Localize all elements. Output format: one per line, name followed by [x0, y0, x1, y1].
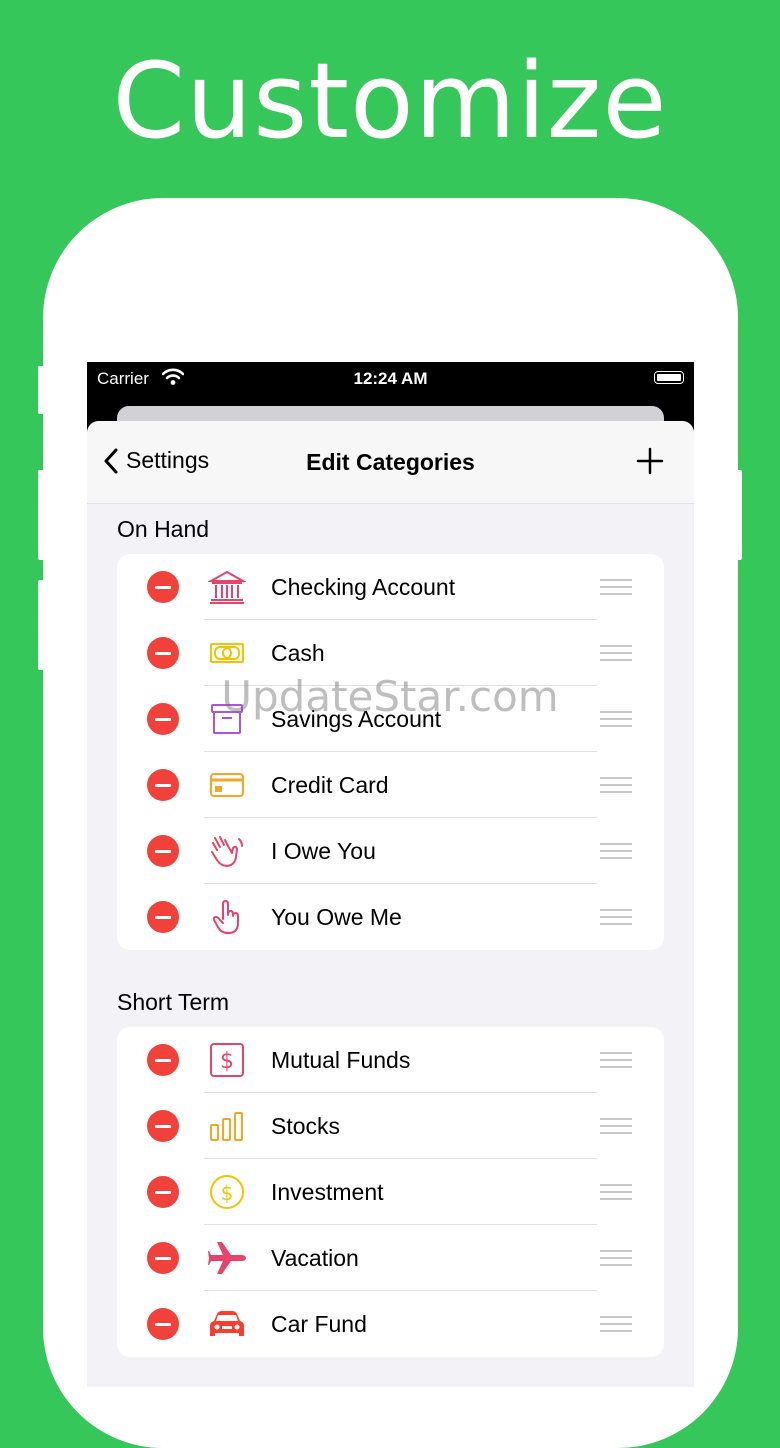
phone-screen: Carrier 12:24 AM Settings Edit Categorie… [87, 362, 694, 1387]
category-label: You Owe Me [271, 904, 402, 930]
reorder-handle[interactable] [600, 711, 632, 727]
delete-button[interactable] [147, 1044, 179, 1076]
category-label: Stocks [271, 1113, 341, 1139]
category-row[interactable]: Savings Account [117, 686, 664, 752]
delete-button[interactable] [147, 835, 179, 867]
reorder-handle[interactable] [600, 1052, 632, 1068]
category-label: Cash [271, 640, 325, 666]
reorder-handle[interactable] [600, 579, 632, 595]
reorder-handle[interactable] [600, 1250, 632, 1266]
category-label: Mutual Funds [271, 1047, 411, 1073]
reorder-handle[interactable] [600, 1118, 632, 1134]
delete-button[interactable] [147, 571, 179, 603]
delete-button[interactable] [147, 1242, 179, 1274]
reorder-handle[interactable] [600, 1184, 632, 1200]
delete-button[interactable] [147, 901, 179, 933]
credit-card-icon [208, 767, 246, 803]
reorder-handle[interactable] [600, 777, 632, 793]
category-group: Checking Account Cash Savings Account Cr… [117, 554, 664, 950]
category-row[interactable]: Stocks [117, 1093, 664, 1159]
category-label: Checking Account [271, 574, 456, 600]
bank-icon [208, 569, 246, 605]
bar-chart-icon [208, 1108, 246, 1144]
status-time: 12:24 AM [353, 369, 428, 388]
category-row[interactable]: I Owe You [117, 818, 664, 884]
airplane-icon [208, 1240, 246, 1276]
pointing-hand-icon [208, 899, 246, 935]
category-row[interactable]: Cash [117, 620, 664, 686]
reorder-handle[interactable] [600, 909, 632, 925]
reorder-handle[interactable] [600, 645, 632, 661]
delete-button[interactable] [147, 1110, 179, 1142]
page-title: Edit Categories [306, 449, 475, 475]
section-header: On Hand [117, 516, 210, 542]
waving-hand-icon [208, 833, 246, 869]
reorder-handle[interactable] [600, 843, 632, 859]
delete-button[interactable] [147, 637, 179, 669]
navigation-bar: Settings Edit Categories [87, 421, 694, 504]
category-row[interactable]: Checking Account [117, 554, 664, 620]
car-icon [208, 1306, 246, 1342]
delete-button[interactable] [147, 769, 179, 801]
status-bar: Carrier 12:24 AM [87, 362, 694, 406]
svg-text:$: $ [221, 1181, 234, 1205]
category-label: Vacation [271, 1245, 359, 1271]
category-row[interactable]: $ Investment [117, 1159, 664, 1225]
dollar-coin-icon: $ [208, 1174, 246, 1210]
banknote-icon [208, 635, 246, 671]
category-label: I Owe You [271, 838, 376, 864]
category-row[interactable]: You Owe Me [117, 884, 664, 950]
battery-icon [654, 371, 684, 384]
category-row[interactable]: Credit Card [117, 752, 664, 818]
reorder-handle[interactable] [600, 1316, 632, 1332]
delete-button[interactable] [147, 703, 179, 735]
headline: Customize [112, 40, 668, 162]
dollar-square-icon: $ [208, 1042, 246, 1078]
category-row[interactable]: $ Mutual Funds [117, 1027, 664, 1093]
category-label: Savings Account [271, 706, 442, 732]
section-header: Short Term [117, 989, 230, 1015]
category-row[interactable]: Car Fund [117, 1291, 664, 1357]
archive-box-icon [208, 701, 246, 737]
delete-button[interactable] [147, 1308, 179, 1340]
edit-categories-sheet: Settings Edit Categories On Hand Checkin… [87, 421, 694, 1387]
svg-text:$: $ [220, 1049, 234, 1074]
category-label: Credit Card [271, 772, 389, 798]
delete-button[interactable] [147, 1176, 179, 1208]
category-label: Investment [271, 1179, 384, 1205]
category-group: $ Mutual Funds Stocks $ Investment Vacat… [117, 1027, 664, 1357]
category-row[interactable]: Vacation [117, 1225, 664, 1291]
category-label: Car Fund [271, 1311, 367, 1337]
add-category-button[interactable] [636, 447, 664, 475]
